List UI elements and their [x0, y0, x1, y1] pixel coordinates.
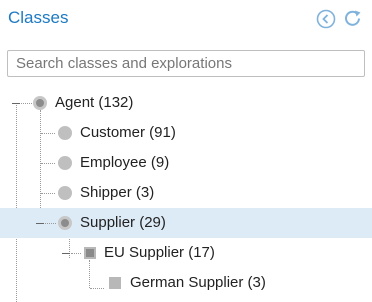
collapse-toggle[interactable]	[12, 103, 20, 104]
tree-item-shipper[interactable]: Shipper (3)	[0, 178, 372, 208]
class-gray-node-icon	[58, 186, 72, 200]
tree-item-german-supplier[interactable]: German Supplier (3)	[0, 268, 372, 298]
tree-connector	[45, 223, 56, 224]
class-tree: Agent (132) Customer (91) Employee (9) S…	[0, 88, 372, 302]
tree-item-agent[interactable]: Agent (132)	[0, 88, 372, 118]
tree-connector	[41, 163, 55, 164]
class-gray-node-icon	[58, 126, 72, 140]
tree-item-label[interactable]: German Supplier (3)	[130, 274, 266, 291]
class-ring-node-icon	[58, 216, 72, 230]
tree-item-label[interactable]: Employee (9)	[80, 154, 169, 171]
refresh-button[interactable]	[343, 9, 363, 29]
tree-connector	[41, 133, 55, 134]
tree-item-label[interactable]: Shipper (3)	[80, 184, 154, 201]
collapse-toggle[interactable]	[62, 253, 70, 254]
tree-connector	[21, 103, 32, 104]
tree-connector	[90, 288, 104, 289]
class-gray-node-icon	[58, 156, 72, 170]
tree-item-label[interactable]: Agent (132)	[55, 94, 133, 111]
tree-item-employee[interactable]: Employee (9)	[0, 148, 372, 178]
subclass-square-node-icon	[109, 277, 121, 289]
refresh-icon	[345, 10, 361, 26]
tree-item-customer[interactable]: Customer (91)	[0, 118, 372, 148]
search-input[interactable]	[7, 50, 365, 77]
tree-item-label[interactable]: Customer (91)	[80, 124, 176, 141]
tree-item-label[interactable]: Supplier (29)	[80, 214, 166, 231]
tree-connector	[71, 253, 81, 254]
tree-item-label[interactable]: EU Supplier (17)	[104, 244, 215, 261]
collapse-toggle[interactable]	[36, 223, 44, 224]
tree-item-supplier[interactable]: Supplier (29)	[0, 208, 372, 238]
class-ring-node-icon	[33, 96, 47, 110]
back-button[interactable]	[316, 9, 336, 29]
panel-header: Classes	[0, 0, 372, 40]
subclass-square-node-icon	[84, 247, 96, 259]
tree-connector	[41, 193, 55, 194]
tree-item-eu-supplier[interactable]: EU Supplier (17)	[0, 238, 372, 268]
panel-title: Classes	[8, 8, 69, 27]
back-circle-icon	[316, 9, 336, 29]
